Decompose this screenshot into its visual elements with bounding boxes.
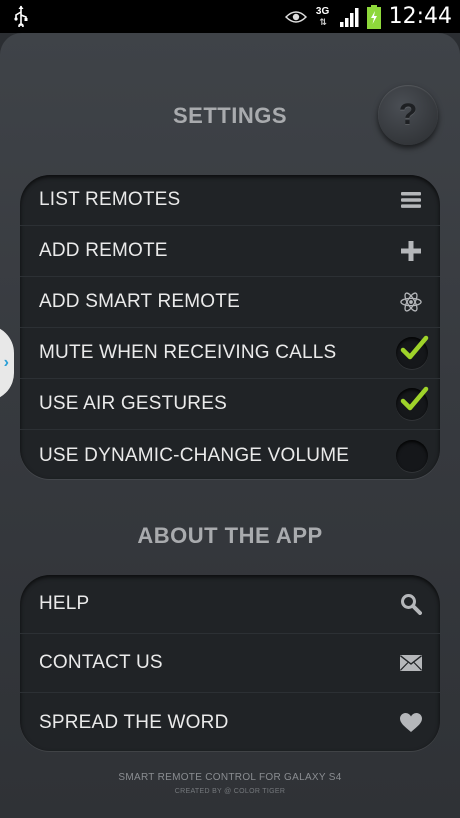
use-dynamic-change-volume-item[interactable]: USE DYNAMIC-CHANGE VOLUME bbox=[20, 430, 440, 479]
about-list: HELP CONTACT US SPREAD THE WORD bbox=[20, 575, 440, 751]
question-mark-icon: ? bbox=[398, 98, 418, 131]
help-label: HELP bbox=[39, 593, 90, 614]
signal-icon bbox=[339, 7, 359, 27]
air-gestures-label: USE AIR GESTURES bbox=[39, 393, 227, 414]
add-smart-remote-item[interactable]: ADD SMART REMOTE bbox=[20, 277, 440, 328]
use-air-gestures-item[interactable]: USE AIR GESTURES bbox=[20, 379, 440, 430]
atom-icon bbox=[400, 291, 422, 313]
drawer-handle[interactable]: › bbox=[0, 325, 14, 401]
dynamic-volume-label: USE DYNAMIC-CHANGE VOLUME bbox=[39, 444, 350, 466]
list-remotes-item[interactable]: LIST REMOTES bbox=[20, 175, 440, 226]
heart-icon bbox=[400, 712, 422, 734]
contact-us-item[interactable]: CONTACT US bbox=[20, 634, 440, 693]
dynamic-volume-checkbox[interactable] bbox=[396, 439, 428, 472]
settings-panel: › SETTINGS ? LIST REMOTES ADD REMOTE ADD… bbox=[0, 33, 460, 818]
list-remotes-label: LIST REMOTES bbox=[39, 189, 181, 210]
checkmark-icon bbox=[400, 386, 429, 411]
add-smart-remote-label: ADD SMART REMOTE bbox=[39, 291, 240, 312]
footer-credits: CREATED BY @ COLOR TIGER bbox=[174, 788, 286, 795]
battery-charging-icon bbox=[366, 4, 381, 29]
list-icon bbox=[400, 189, 422, 211]
footer-app-name: SMART REMOTE CONTROL FOR GALAXY S4 bbox=[118, 772, 342, 783]
mute-when-receiving-calls-item[interactable]: MUTE WHEN RECEIVING CALLS bbox=[20, 328, 440, 379]
air-gestures-checkbox[interactable] bbox=[396, 386, 429, 420]
search-icon bbox=[400, 593, 422, 615]
clock: 12:44 bbox=[388, 4, 452, 29]
add-remote-label: ADD REMOTE bbox=[39, 240, 168, 261]
settings-list: LIST REMOTES ADD REMOTE ADD SMART REMOTE bbox=[20, 175, 440, 479]
spread-the-word-label: SPREAD THE WORD bbox=[39, 711, 229, 733]
network-indicator: 3G ⇅ bbox=[313, 5, 333, 27]
status-bar: 3G ⇅ 12:44 bbox=[0, 0, 460, 33]
data-activity-icon: ⇅ bbox=[319, 16, 326, 27]
plus-icon bbox=[400, 240, 422, 262]
help-item[interactable]: HELP bbox=[20, 575, 440, 634]
help-button[interactable]: ? bbox=[378, 85, 438, 145]
checkmark-icon bbox=[400, 335, 429, 360]
mute-calls-label: MUTE WHEN RECEIVING CALLS bbox=[39, 342, 337, 363]
contact-us-label: CONTACT US bbox=[39, 652, 163, 673]
about-title: ABOUT THE APP bbox=[137, 523, 323, 548]
mute-calls-checkbox[interactable] bbox=[396, 335, 429, 369]
chevron-right-icon: › bbox=[3, 354, 9, 371]
usb-icon bbox=[14, 5, 28, 27]
spread-the-word-item[interactable]: SPREAD THE WORD bbox=[20, 693, 440, 751]
smart-stay-eye-icon bbox=[284, 10, 307, 23]
mail-icon bbox=[400, 652, 422, 674]
add-remote-item[interactable]: ADD REMOTE bbox=[20, 226, 440, 277]
network-type: 3G bbox=[315, 5, 330, 17]
